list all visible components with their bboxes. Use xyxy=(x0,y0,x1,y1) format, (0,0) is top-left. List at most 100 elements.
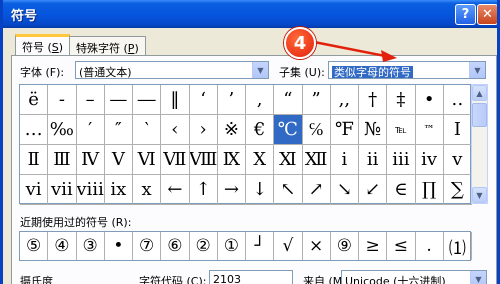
symbol-cell[interactable]: - xyxy=(48,85,77,115)
char-name: 摄氏度 xyxy=(20,275,53,284)
recent-symbol-cell[interactable]: ⑴ xyxy=(444,232,472,260)
symbol-cell[interactable]: ∑ xyxy=(443,175,472,205)
symbol-cell[interactable]: ↖ xyxy=(274,175,303,205)
title-bar[interactable]: 符号 ? ✕ xyxy=(3,0,497,28)
chevron-down-icon[interactable]: ▼ xyxy=(469,62,485,78)
symbol-cell[interactable]: Ⅲ xyxy=(48,145,77,175)
symbol-cell[interactable]: ‘ xyxy=(189,85,218,115)
recent-symbol-cell[interactable]: ┘ xyxy=(246,232,275,260)
symbol-cell[interactable]: ⅱ xyxy=(359,145,388,175)
symbol-cell[interactable]: ‰ xyxy=(48,115,77,145)
tab-special-suffix: ) xyxy=(134,42,139,55)
symbol-cell[interactable]: … xyxy=(20,115,49,145)
symbol-cell[interactable]: ⅷ xyxy=(76,175,105,205)
symbol-cell[interactable]: Ⅹ xyxy=(246,145,275,175)
symbol-cell[interactable]: ⅲ xyxy=(387,145,416,175)
symbol-cell[interactable]: ※ xyxy=(217,115,246,145)
symbol-cell[interactable]: † xyxy=(359,85,388,115)
symbol-cell[interactable]: ‡ xyxy=(387,85,416,115)
recent-symbol-cell[interactable]: • xyxy=(105,232,133,260)
symbol-cell[interactable]: ℃ xyxy=(274,115,303,145)
symbol-cell[interactable]: ⅳ xyxy=(415,145,444,175)
symbol-cell[interactable]: ‹ xyxy=(161,115,190,145)
symbol-cell[interactable]: Ⅴ xyxy=(104,145,133,175)
recent-symbol-cell[interactable]: × xyxy=(303,232,331,260)
symbol-cell[interactable]: ⅶ xyxy=(48,175,77,205)
recent-symbol-cell[interactable]: ① xyxy=(218,232,246,260)
symbol-cell[interactable]: ↑ xyxy=(189,175,218,205)
recent-symbol-cell[interactable]: ② xyxy=(190,232,218,260)
symbol-cell[interactable]: → xyxy=(217,175,246,205)
symbol-cell[interactable]: Ⅳ xyxy=(76,145,105,175)
symbol-cell[interactable]: ‥ xyxy=(443,85,472,115)
symbol-cell[interactable]: € xyxy=(246,115,275,145)
symbol-cell[interactable]: Ⅱ xyxy=(20,145,49,175)
char-code-input[interactable]: 2103 xyxy=(209,270,293,284)
symbol-cell[interactable]: ,, xyxy=(330,85,359,115)
symbol-cell[interactable]: — xyxy=(104,85,133,115)
symbol-cell[interactable]: ℉ xyxy=(330,115,359,145)
recent-symbol-cell[interactable]: ⑨ xyxy=(331,232,359,260)
recent-symbol-cell[interactable]: ≥ xyxy=(359,232,388,260)
symbol-cell[interactable]: № xyxy=(359,115,388,145)
symbol-cell[interactable]: ⅹ xyxy=(133,175,162,205)
tab-special-characters[interactable]: 特殊字符 (P) xyxy=(69,36,146,56)
symbol-cell[interactable]: ↗ xyxy=(302,175,331,205)
grid-scrollbar[interactable]: ▲ ▼ xyxy=(471,84,488,204)
symbol-cell[interactable]: Ⅶ xyxy=(161,145,190,175)
symbol-cell[interactable]: , xyxy=(246,85,275,115)
recent-symbol-cell[interactable]: ③ xyxy=(77,232,105,260)
symbol-cell[interactable]: ― xyxy=(133,85,162,115)
recent-symbol-cell[interactable]: √ xyxy=(274,232,303,260)
scroll-thumb[interactable] xyxy=(472,103,487,127)
recent-symbol-cell[interactable]: ≤ xyxy=(387,232,416,260)
symbol-cell[interactable]: ‵ xyxy=(133,115,162,145)
recent-symbol-cell[interactable]: . xyxy=(416,232,444,260)
char-code-label: 字符代码 (C): xyxy=(139,275,207,284)
tab-symbols[interactable]: 符号 (S) xyxy=(15,34,71,57)
symbol-cell[interactable]: ⅸ xyxy=(104,175,133,205)
symbol-cell[interactable]: ” xyxy=(302,85,331,115)
recent-symbol-cell[interactable]: ⑤ xyxy=(20,232,49,260)
recent-symbol-cell[interactable]: ⑥ xyxy=(161,232,190,260)
symbol-cell[interactable]: ⅵ xyxy=(20,175,49,205)
symbol-cell[interactable]: ™ xyxy=(415,115,444,145)
symbol-dialog: 符号 ? ✕ 符号 (S) 特殊字符 (P) 字体 (F): (普通文本) ▼ … xyxy=(0,0,500,284)
symbol-cell[interactable]: ë xyxy=(20,85,49,115)
symbol-cell[interactable]: “ xyxy=(274,85,303,115)
symbol-cell[interactable]: ↘ xyxy=(330,175,359,205)
symbol-cell[interactable]: ∏ xyxy=(415,175,444,205)
symbol-cell[interactable]: Ⅻ xyxy=(302,145,331,175)
symbol-cell[interactable]: ’ xyxy=(217,85,246,115)
chevron-down-icon[interactable]: ▼ xyxy=(252,62,268,78)
symbol-cell[interactable]: Ⅵ xyxy=(133,145,162,175)
recent-symbol-cell[interactable]: ⑦ xyxy=(133,232,162,260)
recent-symbol-cell[interactable]: ④ xyxy=(48,232,77,260)
symbol-cell[interactable]: ℅ xyxy=(302,115,331,145)
subset-select[interactable]: 类似字母的符号 ▼ xyxy=(328,61,486,79)
symbol-cell[interactable]: • xyxy=(415,85,444,115)
symbol-cell[interactable]: ℡ xyxy=(387,115,416,145)
symbol-cell[interactable]: ↙ xyxy=(359,175,388,205)
scroll-down-icon[interactable]: ▼ xyxy=(472,187,487,203)
symbol-cell[interactable]: ‖ xyxy=(161,85,190,115)
symbol-cell[interactable]: Ⅺ xyxy=(274,145,303,175)
font-select[interactable]: (普通文本) ▼ xyxy=(75,61,269,79)
symbol-cell[interactable]: ″ xyxy=(104,115,133,145)
symbol-cell[interactable]: ⅴ xyxy=(443,145,472,175)
symbol-cell[interactable]: Ⅰ xyxy=(443,115,472,145)
close-button[interactable]: ✕ xyxy=(477,4,497,25)
encoding-select[interactable]: Unicode (十六进制) ▼ xyxy=(341,270,487,284)
symbol-cell[interactable]: Ⅷ xyxy=(189,145,218,175)
symbol-cell[interactable]: › xyxy=(189,115,218,145)
symbol-cell[interactable]: – xyxy=(76,85,105,115)
symbol-cell[interactable]: ∈ xyxy=(387,175,416,205)
chevron-down-icon[interactable]: ▼ xyxy=(470,271,486,284)
symbol-cell[interactable]: ← xyxy=(161,175,190,205)
symbol-cell[interactable]: ⅰ xyxy=(330,145,359,175)
scroll-up-icon[interactable]: ▲ xyxy=(472,85,487,101)
symbol-cell[interactable]: ′ xyxy=(76,115,105,145)
symbol-cell[interactable]: ↓ xyxy=(246,175,275,205)
symbol-cell[interactable]: Ⅸ xyxy=(217,145,246,175)
help-button[interactable]: ? xyxy=(455,4,476,25)
